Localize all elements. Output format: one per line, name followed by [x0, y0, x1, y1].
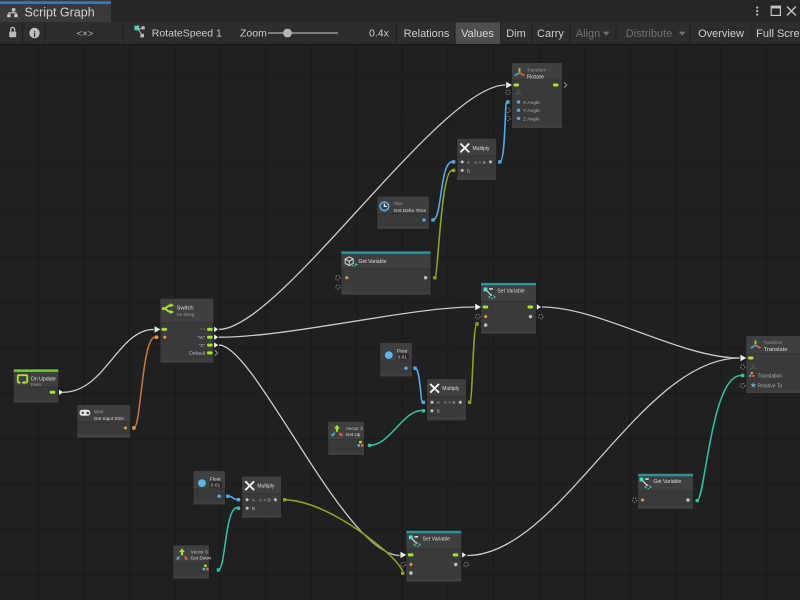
svg-text:Vector 3: Vector 3 — [346, 426, 363, 431]
svg-text:A × B: A × B — [444, 400, 456, 406]
svg-text:Get Down: Get Down — [191, 556, 212, 561]
svg-text:A × B: A × B — [259, 498, 271, 504]
svg-text:Switch: Switch — [177, 305, 194, 311]
svg-text:Get Up: Get Up — [346, 432, 361, 437]
svg-text:Transform: Transform — [764, 340, 783, 345]
svg-text:<×>: <×> — [77, 29, 94, 40]
svg-text:Overview: Overview — [698, 28, 744, 40]
svg-text:"S": "S" — [199, 343, 206, 349]
svg-text:Y Angle: Y Angle — [523, 108, 540, 114]
svg-text:X Angle: X Angle — [523, 100, 540, 106]
svg-text:B: B — [437, 409, 440, 415]
svg-text:Get Delta Time: Get Delta Time — [394, 208, 427, 214]
svg-text:Dim: Dim — [506, 28, 526, 40]
svg-text:Distribute: Distribute — [626, 28, 672, 40]
svg-text:0.4x: 0.4x — [369, 28, 390, 40]
svg-text:" ": " " — [200, 327, 205, 333]
svg-text:Input: Input — [94, 409, 104, 414]
svg-text:Values: Values — [461, 28, 494, 40]
svg-text:Relations: Relations — [404, 28, 450, 40]
svg-text:Time: Time — [394, 201, 404, 206]
svg-text:Z Angle: Z Angle — [523, 116, 540, 122]
svg-text:Zoom: Zoom — [240, 28, 267, 40]
svg-text:Get Variable: Get Variable — [359, 259, 387, 265]
svg-text:Carry: Carry — [537, 28, 564, 40]
svg-text:Relative To: Relative To — [758, 384, 783, 390]
svg-text:A × B: A × B — [474, 160, 486, 166]
svg-text:"W": "W" — [197, 335, 205, 341]
svg-text:Translation: Translation — [758, 373, 783, 379]
svg-text:Event: Event — [31, 382, 43, 387]
svg-text:0.01: 0.01 — [211, 483, 221, 489]
svg-text:Multiply: Multiply — [442, 386, 459, 392]
svg-text:Rotate: Rotate — [527, 74, 544, 80]
svg-text:Get Input Strin: Get Input Strin — [94, 416, 125, 421]
svg-text:Default: Default — [189, 351, 206, 357]
svg-text:B: B — [467, 168, 470, 174]
svg-text:Script Graph: Script Graph — [25, 6, 95, 20]
svg-text:0.01: 0.01 — [398, 355, 408, 361]
svg-text:B: B — [252, 506, 255, 512]
svg-text:Translate: Translate — [764, 347, 788, 353]
svg-text:i: i — [33, 29, 35, 39]
svg-text:Transform: Transform — [527, 68, 546, 73]
svg-text:Align: Align — [576, 28, 600, 40]
svg-text:On String: On String — [177, 312, 195, 317]
svg-text:Set Variable: Set Variable — [423, 537, 451, 543]
svg-text:Full Screen: Full Screen — [756, 28, 800, 40]
svg-text:Multiply: Multiply — [257, 484, 274, 490]
svg-text:Vector 3: Vector 3 — [191, 549, 208, 554]
svg-text:Multiply: Multiply — [473, 146, 490, 152]
svg-text:Get Variable: Get Variable — [653, 479, 681, 485]
svg-text:RotateSpeed 1: RotateSpeed 1 — [152, 28, 222, 40]
svg-text:Set Variable: Set Variable — [497, 289, 525, 295]
